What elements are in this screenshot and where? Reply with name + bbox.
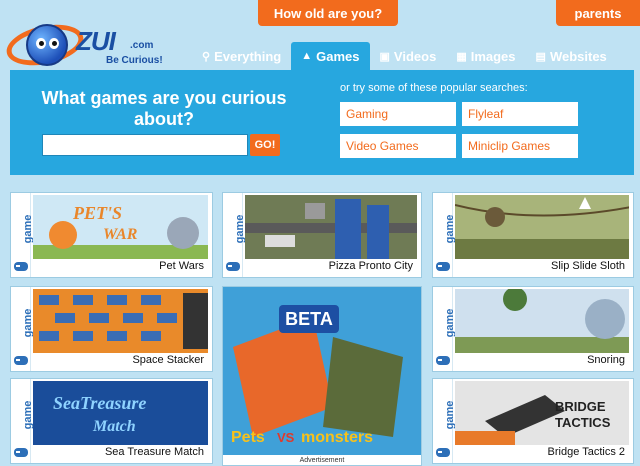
popular-search-miniclip-games[interactable]: Miniclip Games — [462, 134, 578, 158]
gamepad-icon — [14, 448, 28, 457]
game-tile-space-stacker[interactable]: game Space Stacker — [10, 286, 213, 372]
tab-label: Images — [470, 48, 516, 64]
game-thumbnail — [33, 289, 208, 353]
logo-tagline: Be Curious! — [106, 55, 163, 66]
game-thumbnail — [455, 195, 629, 259]
video-icon: ▣ — [379, 50, 390, 63]
tab-videos[interactable]: ▣ Videos — [370, 42, 447, 70]
space-stacker-art — [33, 289, 208, 353]
tile-title: Snoring — [587, 354, 625, 366]
game-tile-bridge-tactics-2[interactable]: game BRIDGE TACTICS Bridge Tactics 2 — [432, 378, 634, 464]
popular-search-flyleaf[interactable]: Flyleaf — [462, 102, 578, 126]
tile-title: Slip Slide Sloth — [551, 260, 625, 272]
svg-text:SeaTreasure: SeaTreasure — [53, 393, 146, 413]
game-thumbnail: PET'S WAR — [33, 195, 208, 259]
tab-games[interactable]: ▲ Games — [291, 42, 370, 70]
gamepad-icon — [14, 262, 28, 271]
tile-title: Bridge Tactics 2 — [547, 446, 625, 458]
svg-text:PET'S: PET'S — [72, 203, 122, 223]
game-thumbnail — [455, 289, 629, 353]
logo-eye-icon — [36, 38, 46, 49]
game-thumbnail: BRIDGE TACTICS — [455, 381, 629, 445]
tile-title: Sea Treasure Match — [104, 446, 204, 458]
tab-label: Everything — [214, 48, 282, 64]
tab-websites[interactable]: ▤ Websites — [526, 42, 617, 70]
logo-domain: .com — [130, 40, 154, 51]
tile-title: Pizza Pronto City — [328, 260, 413, 272]
gamepad-icon — [436, 448, 450, 457]
website-icon: ▤ — [535, 50, 546, 63]
ad-title-pets: Pets — [231, 429, 265, 446]
game-tile-pizza-pronto-city[interactable]: game Pizza Pronto City — [222, 192, 422, 278]
tab-label: Games — [316, 48, 360, 64]
ad-beta-badge: BETA — [285, 309, 333, 329]
zui-logo[interactable]: ZUI .com Be Curious! — [2, 18, 176, 72]
search-question: What games are you curious about? — [41, 88, 287, 129]
gamepad-icon — [436, 262, 450, 271]
svg-text:BRIDGE: BRIDGE — [555, 399, 606, 414]
pets-vs-monsters-ad-art: BETA Pets VS monsters — [223, 287, 421, 455]
search-input[interactable] — [42, 134, 248, 156]
svg-text:Match: Match — [92, 418, 136, 435]
gamepad-icon — [436, 356, 450, 365]
gamepad-icon — [14, 356, 28, 365]
image-icon: ▦ — [456, 50, 467, 63]
popular-search-video-games[interactable]: Video Games — [340, 134, 456, 158]
tab-label: Videos — [393, 48, 437, 64]
popular-search-gaming[interactable]: Gaming — [340, 102, 456, 126]
game-tile-pet-wars[interactable]: game PET'S WAR Pet Wars — [10, 192, 213, 278]
game-tile-snoring[interactable]: game Snoring — [432, 286, 634, 372]
how-old-button[interactable]: How old are you? — [258, 0, 398, 26]
search-panel: What games are you curious about? GO! or… — [10, 70, 634, 175]
game-tile-slip-slide-sloth[interactable]: game Slip Slide Sloth — [432, 192, 634, 278]
ad-title-monsters: monsters — [301, 429, 373, 446]
sea-treasure-art: SeaTreasure Match — [33, 381, 208, 445]
tile-title: Pet Wars — [159, 260, 204, 272]
parents-button[interactable]: parents — [556, 0, 640, 26]
svg-text:TACTICS: TACTICS — [555, 415, 611, 430]
tile-title: Space Stacker — [132, 354, 204, 366]
logo-planet-icon — [26, 24, 68, 66]
popular-searches-label: or try some of these popular searches: — [340, 82, 528, 94]
advertisement-label: Advertisement — [299, 457, 345, 464]
advertisement[interactable]: BETA Pets VS monsters Advertisement — [222, 286, 422, 466]
bridge-tactics-art: BRIDGE TACTICS — [455, 381, 629, 445]
game-thumbnail: SeaTreasure Match — [33, 381, 208, 445]
game-thumbnail — [245, 195, 417, 259]
tab-everything[interactable]: ⚲ Everything — [192, 42, 291, 70]
pet-wars-art: PET'S WAR — [33, 195, 208, 259]
ad-title-vs: VS — [277, 430, 295, 445]
gamepad-icon — [226, 262, 240, 271]
pizza-pronto-art — [245, 195, 417, 259]
category-tabs: ⚲ Everything ▲ Games ▣ Videos ▦ Images ▤… — [192, 42, 617, 70]
game-tile-sea-treasure-match[interactable]: game SeaTreasure Match Sea Treasure Matc… — [10, 378, 213, 464]
logo-wordmark: ZUI — [76, 26, 116, 56]
sloth-art — [455, 195, 629, 259]
snoring-art — [455, 289, 629, 353]
gamepad-icon: ▲ — [301, 50, 313, 62]
tab-label: Websites — [549, 48, 607, 64]
tab-images[interactable]: ▦ Images — [446, 42, 525, 70]
go-button[interactable]: GO! — [250, 134, 280, 156]
search-icon: ⚲ — [202, 50, 211, 63]
svg-text:WAR: WAR — [103, 226, 138, 243]
logo-eye-icon — [49, 38, 59, 49]
